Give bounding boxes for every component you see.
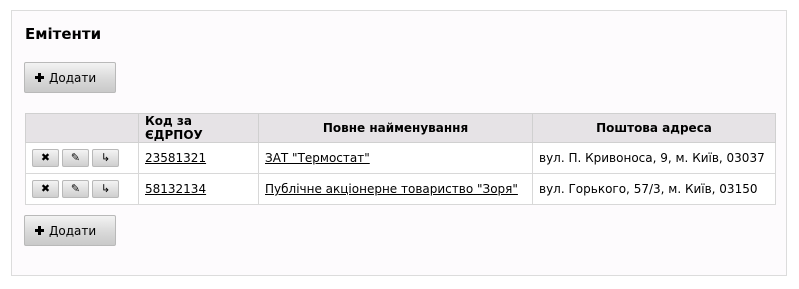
plus-icon — [35, 226, 44, 235]
cell-name: ЗАТ "Термостат" — [258, 142, 533, 174]
issuers-table: Код за ЄДРПОУ Повне найменування Поштова… — [25, 113, 776, 205]
name-link[interactable]: Публічне акціонерне товариство "Зоря" — [265, 182, 518, 196]
row-actions: ✖ ✎ ↳ — [25, 173, 139, 205]
table-row: ✖ ✎ ↳ 58132134 Публічне акціонерне товарис… — [25, 173, 776, 205]
issuers-panel: Емітенти Додати Код за ЄДРПОУ Повне найм… — [11, 10, 787, 276]
column-header-name[interactable]: Повне найменування — [258, 113, 533, 143]
cell-code: 58132134 — [138, 173, 259, 205]
delete-icon[interactable]: ✖ — [32, 180, 59, 198]
cell-address: вул. П. Кривоноса, 9, м. Київ, 03037 — [532, 142, 776, 174]
add-button-label: Додати — [49, 223, 97, 238]
column-header-address[interactable]: Поштова адреса — [532, 113, 776, 143]
column-header-actions — [25, 113, 139, 143]
edit-icon[interactable]: ✎ — [62, 149, 89, 167]
cell-code: 23581321 — [138, 142, 259, 174]
code-link[interactable]: 23581321 — [145, 151, 206, 165]
open-icon[interactable]: ↳ — [92, 180, 119, 198]
plus-icon — [35, 73, 44, 82]
name-link[interactable]: ЗАТ "Термостат" — [265, 151, 370, 165]
row-actions: ✖ ✎ ↳ — [25, 142, 139, 174]
add-button-bottom[interactable]: Додати — [24, 215, 116, 246]
delete-icon[interactable]: ✖ — [32, 149, 59, 167]
add-button-top[interactable]: Додати — [24, 62, 116, 93]
edit-icon[interactable]: ✎ — [62, 180, 89, 198]
column-header-code[interactable]: Код за ЄДРПОУ — [138, 113, 259, 143]
cell-address: вул. Горького, 57/3, м. Київ, 03150 — [532, 173, 776, 205]
code-link[interactable]: 58132134 — [145, 182, 206, 196]
table-row: ✖ ✎ ↳ 23581321 ЗАТ "Термостат" вул. П. Кри… — [25, 142, 776, 174]
cell-name: Публічне акціонерне товариство "Зоря" — [258, 173, 533, 205]
page-title: Емітенти — [25, 25, 102, 43]
table-header-row: Код за ЄДРПОУ Повне найменування Поштова… — [25, 113, 776, 143]
open-icon[interactable]: ↳ — [92, 149, 119, 167]
add-button-label: Додати — [49, 70, 97, 85]
